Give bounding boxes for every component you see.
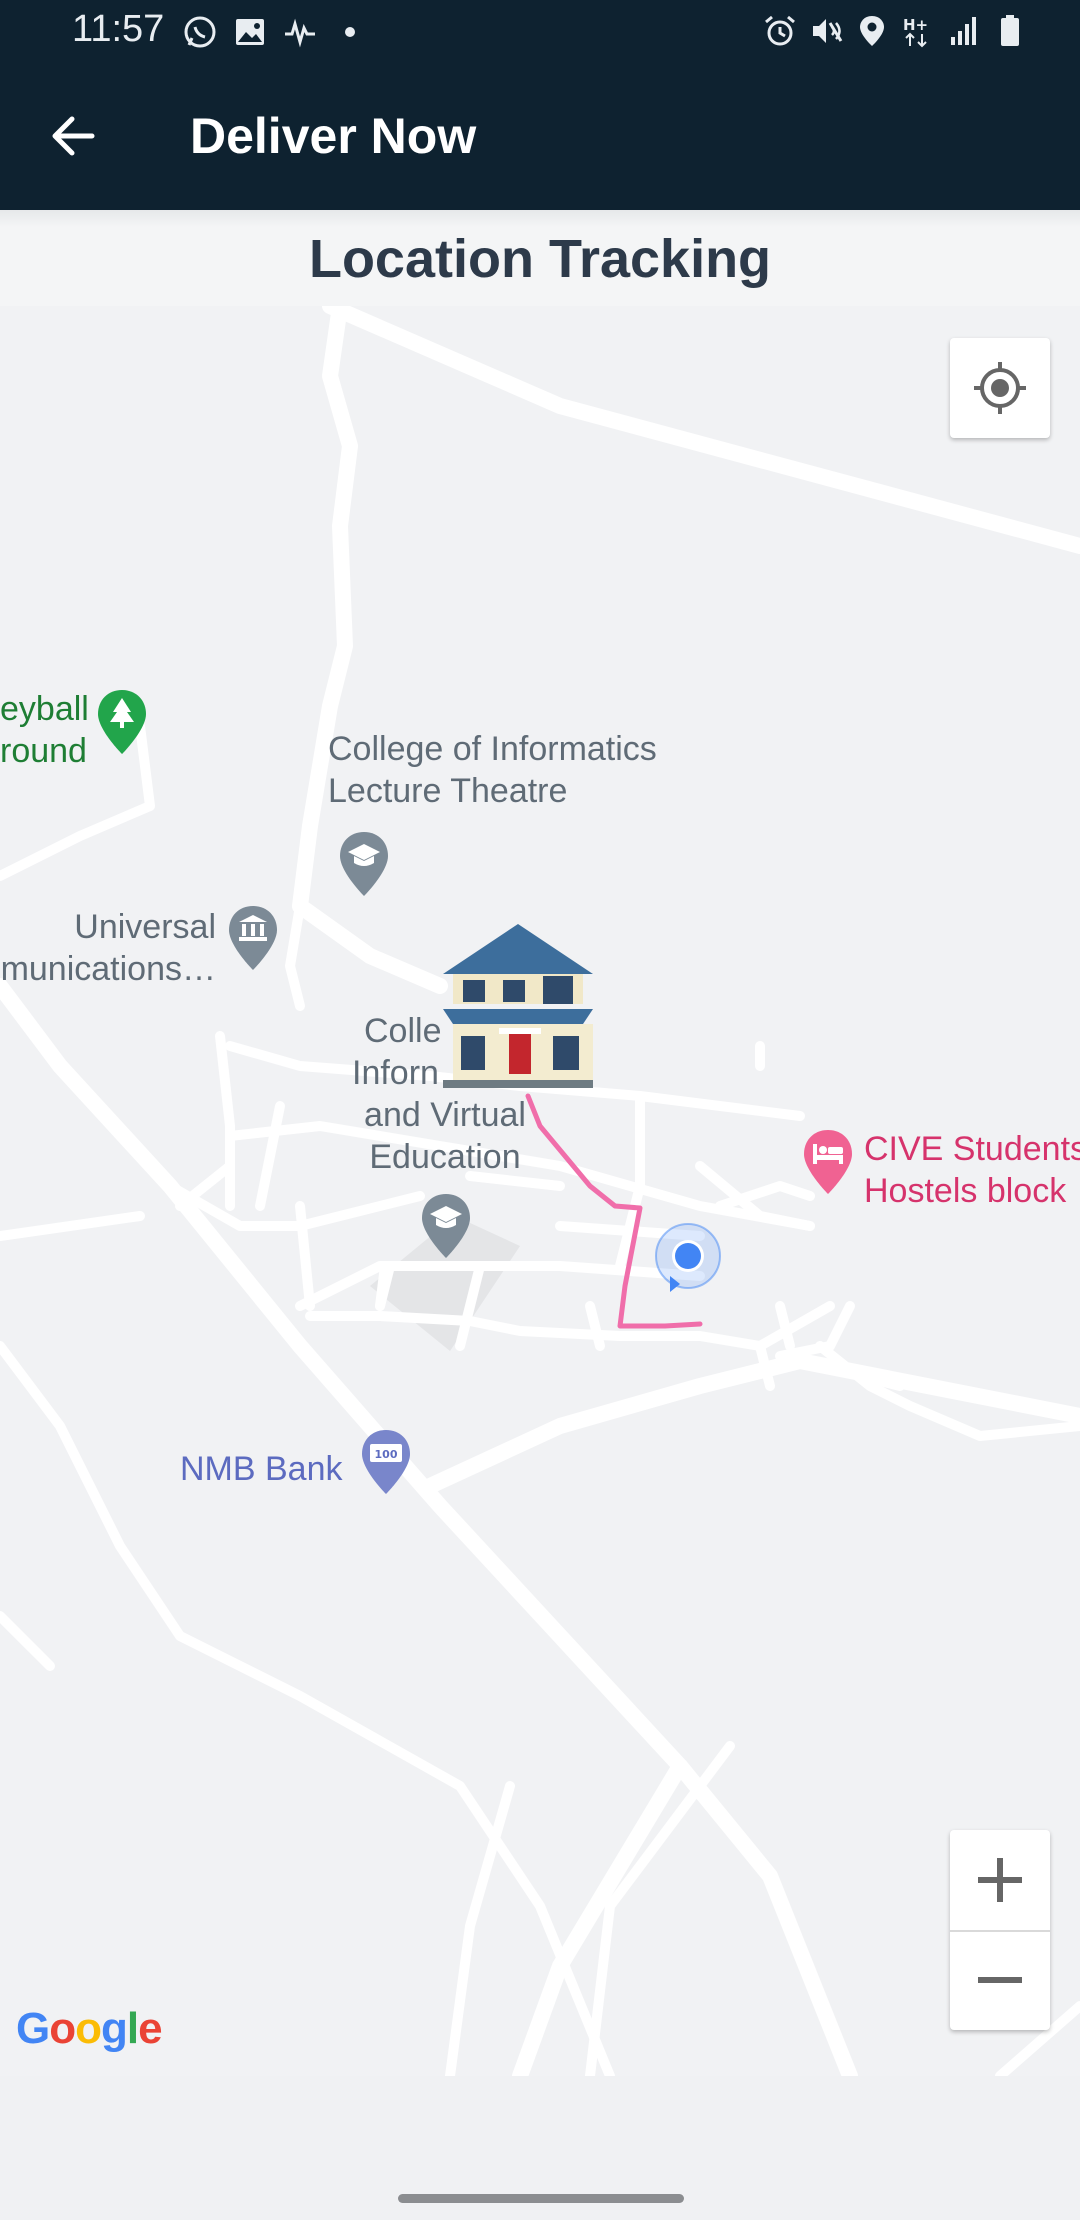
zoom-out-button[interactable] xyxy=(950,1930,1050,2030)
alarm-icon xyxy=(765,15,795,46)
home-indicator[interactable] xyxy=(398,2194,684,2203)
poi-label-universal: Universal munications… xyxy=(0,908,216,988)
poi-label-lecture-theatre: College of Informatics Lecture Theatre xyxy=(328,730,657,810)
plus-icon xyxy=(978,1858,1022,1902)
museum-icon[interactable] xyxy=(227,904,279,972)
subheader: Location Tracking xyxy=(0,210,1080,306)
zoom-controls xyxy=(950,1830,1050,2030)
svg-text:100: 100 xyxy=(375,1448,398,1461)
user-location-marker xyxy=(655,1223,721,1292)
location-icon xyxy=(860,16,884,46)
graduation-cap-icon[interactable] xyxy=(420,1192,472,1260)
google-logo: Google xyxy=(16,2004,163,2053)
arrow-left-icon xyxy=(52,116,95,156)
minus-icon xyxy=(978,1977,1022,1983)
poi-label-nmb-bank: NMB Bank xyxy=(180,1450,343,1488)
poi-label-hostels: CIVE Students Hostels block xyxy=(864,1130,1080,1210)
status-time: 11:57 xyxy=(72,8,165,50)
battery-icon xyxy=(1001,15,1019,46)
atm-icon[interactable]: 100 xyxy=(360,1428,412,1496)
hotel-bed-icon[interactable] xyxy=(802,1128,854,1196)
gallery-icon xyxy=(236,19,264,45)
app-title: Deliver Now xyxy=(190,108,477,164)
network-h-plus-icon: H+ xyxy=(903,16,928,48)
back-button[interactable] xyxy=(44,106,104,166)
poi-label-volleyball: eyball round xyxy=(0,690,89,770)
activity-icon xyxy=(285,18,315,48)
route-line xyxy=(525,1093,703,1329)
status-bar: 11:57 H+ xyxy=(0,0,1080,62)
app-bar: Deliver Now xyxy=(0,62,1080,210)
park-icon[interactable] xyxy=(96,688,148,756)
map-view[interactable]: eyball round College of Informatics Lect… xyxy=(0,306,1080,2076)
whatsapp-icon xyxy=(184,16,216,48)
my-location-button[interactable] xyxy=(950,338,1050,438)
dot-icon xyxy=(345,27,355,37)
section-title: Location Tracking xyxy=(308,229,772,289)
status-right-icons: H+ xyxy=(762,12,1028,50)
poi-label-cive: Colle Inforn and Virtual Education xyxy=(352,1012,526,1176)
zoom-in-button[interactable] xyxy=(950,1830,1050,1930)
mute-icon xyxy=(813,19,843,43)
status-left-icons xyxy=(182,14,368,50)
graduation-cap-icon[interactable] xyxy=(338,830,390,898)
crosshair-icon xyxy=(974,362,1026,414)
signal-icon xyxy=(951,17,976,45)
svg-text:H+: H+ xyxy=(903,16,928,34)
